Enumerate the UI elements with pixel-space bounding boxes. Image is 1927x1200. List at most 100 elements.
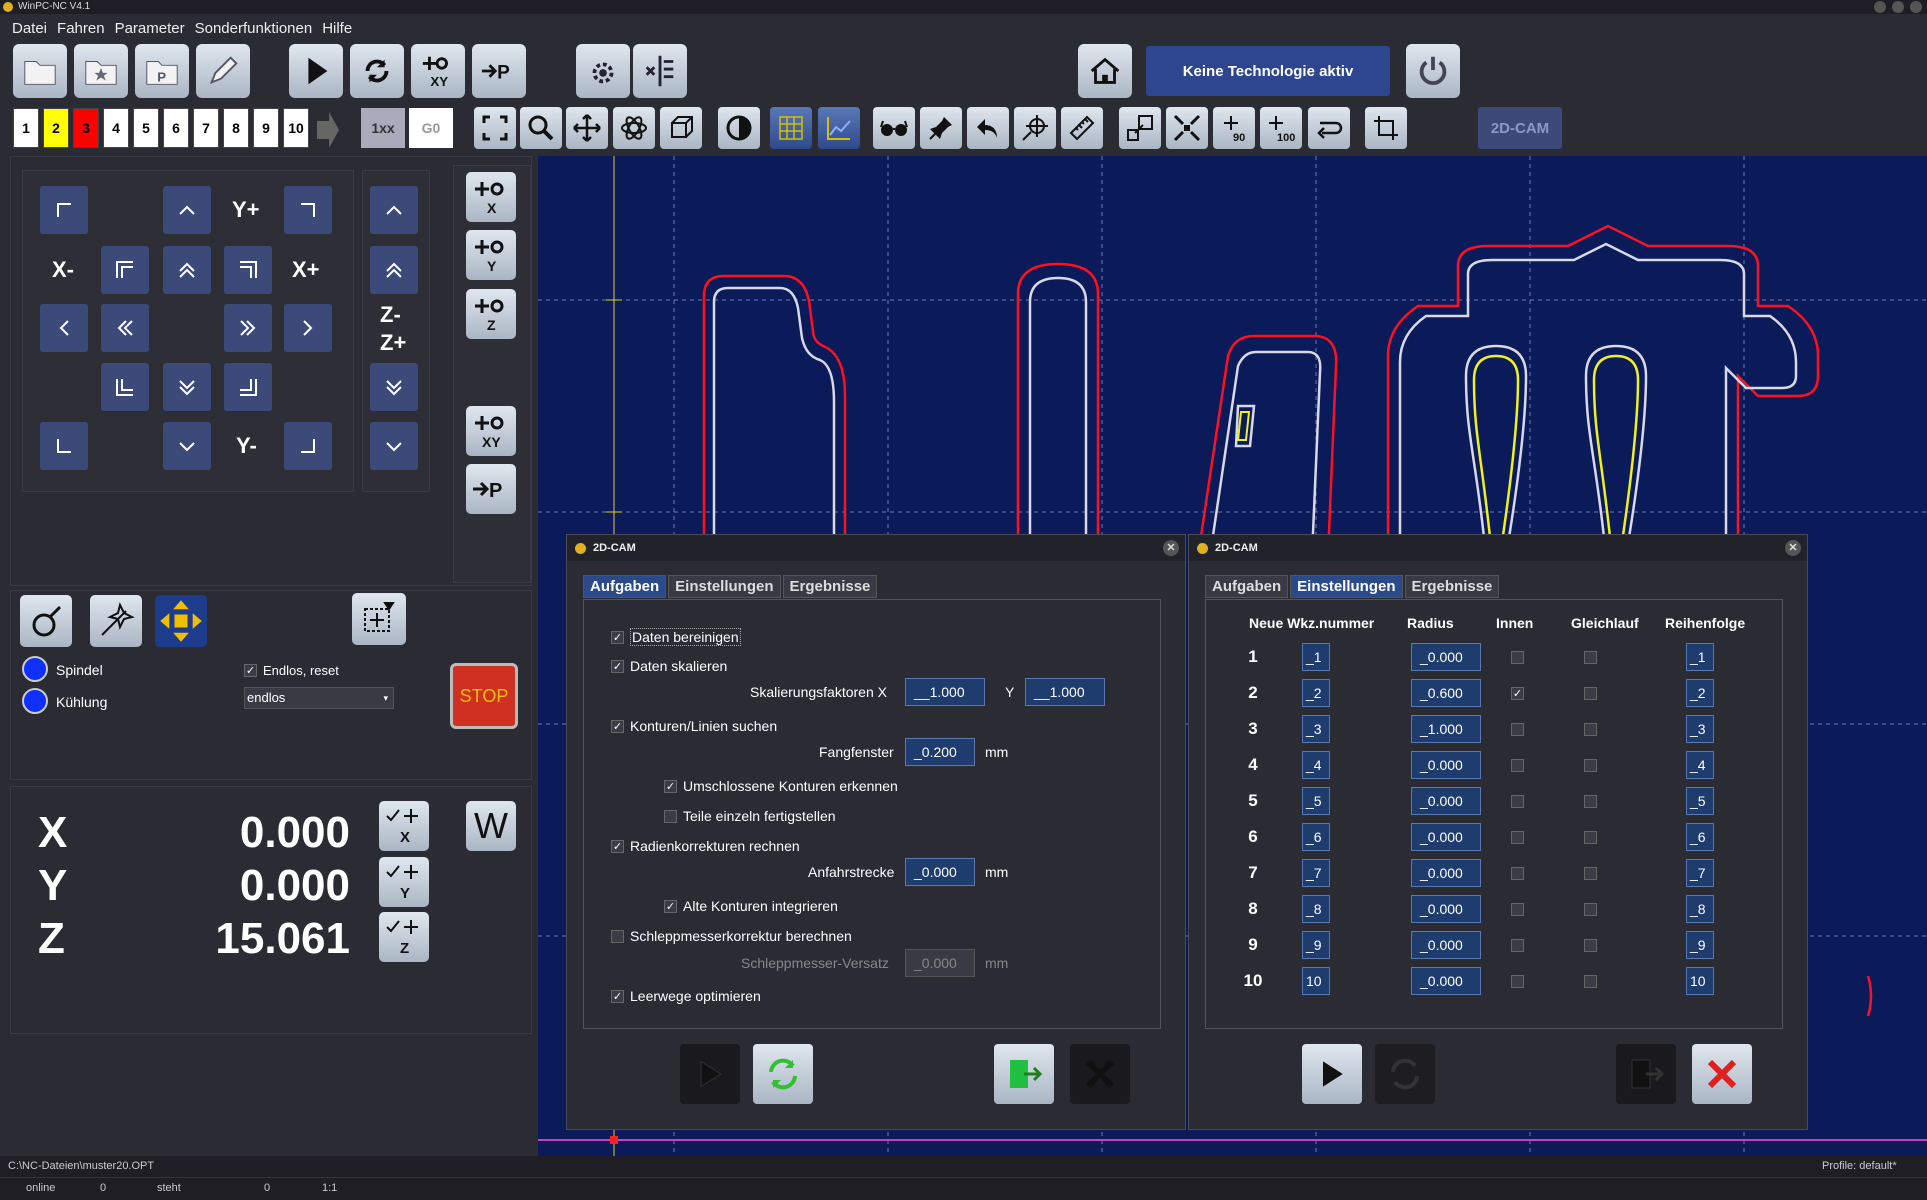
jog-zminus-button[interactable] [370, 422, 418, 470]
ref-y-button[interactable]: Y [466, 230, 516, 280]
favorites-button[interactable] [74, 44, 128, 98]
center-button[interactable] [1166, 107, 1208, 149]
reihenfolge-input[interactable]: _3 [1686, 715, 1714, 743]
tab-aufgaben[interactable]: Aufgaben [1205, 575, 1289, 598]
gleichlauf-checkbox[interactable] [1584, 867, 1597, 880]
menu-sonderfunktionen[interactable]: Sonderfunktionen [195, 18, 313, 40]
fit-view-button[interactable] [474, 107, 516, 149]
umschlossene-checkbox[interactable]: ✓ Umschlossene Konturen erkennen [664, 778, 898, 794]
g0-button[interactable]: G0 [409, 108, 453, 148]
menu-parameter[interactable]: Parameter [115, 18, 185, 40]
undo-button[interactable] [967, 107, 1009, 149]
innen-checkbox[interactable] [1511, 903, 1524, 916]
home-button[interactable] [1078, 44, 1132, 98]
jog-fast-yplus-button[interactable] [163, 246, 211, 294]
endlos-reset-checkbox[interactable]: ✓ Endlos, reset [244, 663, 339, 678]
tool-number-10-button[interactable]: 10 [283, 108, 309, 148]
pin-button[interactable] [920, 107, 962, 149]
gleichlauf-checkbox[interactable] [1584, 831, 1597, 844]
radius-input[interactable]: _0.000 [1411, 751, 1481, 779]
repeat-button[interactable] [350, 44, 404, 98]
tool-number-9-button[interactable]: 9 [253, 108, 279, 148]
jog-yplus-button[interactable] [163, 186, 211, 234]
reihenfolge-input[interactable]: _5 [1686, 787, 1714, 815]
zoom-button[interactable] [520, 107, 562, 149]
reihenfolge-input[interactable]: _8 [1686, 895, 1714, 923]
open-file-button[interactable] [13, 44, 67, 98]
tab-ergebnisse[interactable]: Ergebnisse [1404, 575, 1500, 598]
innen-checkbox[interactable] [1511, 723, 1524, 736]
jog-yminus-button[interactable] [163, 422, 211, 470]
jog-mode-button[interactable] [155, 595, 207, 647]
innen-checkbox[interactable] [1511, 651, 1524, 664]
tool-settings-button[interactable] [633, 44, 687, 98]
open-project-button[interactable]: P [135, 44, 189, 98]
start-button[interactable] [289, 44, 343, 98]
radien-checkbox[interactable]: ✓ Radienkorrekturen rechnen [611, 838, 800, 854]
innen-checkbox[interactable] [1511, 975, 1524, 988]
contrast-button[interactable] [718, 107, 760, 149]
innen-checkbox[interactable] [1511, 759, 1524, 772]
tool-number-8-button[interactable]: 8 [223, 108, 249, 148]
jog-fast-yminus-button[interactable] [163, 363, 211, 411]
jog-xminus-button[interactable] [40, 304, 88, 352]
tool-number-1-button[interactable]: 1 [13, 108, 39, 148]
laser-button[interactable] [90, 595, 142, 647]
jog-fast-xminus-yplus-button[interactable] [101, 246, 149, 294]
radius-input[interactable]: _0.000 [1411, 643, 1481, 671]
radius-input[interactable]: _0.000 [1411, 967, 1481, 995]
wkz-input[interactable]: _8 [1302, 895, 1330, 923]
dialog1-cycle-button[interactable] [753, 1044, 813, 1104]
graph-button[interactable] [818, 107, 860, 149]
tab-ergebnisse[interactable]: Ergebnisse [782, 575, 878, 598]
teach-button[interactable] [352, 593, 406, 645]
scale-x-input[interactable]: __1.000 [905, 678, 985, 706]
jog-xminus-yplus-button[interactable] [40, 186, 88, 234]
reihenfolge-input[interactable]: 10 [1686, 967, 1714, 995]
menu-datei[interactable]: Datei [12, 18, 47, 40]
preview-button[interactable] [873, 107, 915, 149]
jog-fast-zplus-button[interactable] [370, 246, 418, 294]
dialog1-run-button[interactable] [680, 1044, 740, 1104]
jog-fast-xplus-button[interactable] [224, 304, 272, 352]
fangfenster-input[interactable]: _0.200 [905, 738, 975, 766]
dialog1-exit-button[interactable] [994, 1044, 1054, 1104]
gleichlauf-checkbox[interactable] [1584, 723, 1597, 736]
radius-input[interactable]: _0.000 [1411, 895, 1481, 923]
wkz-input[interactable]: 10 [1302, 967, 1330, 995]
zero-x-button[interactable]: X [379, 801, 429, 851]
jog-fast-zminus-button[interactable] [370, 363, 418, 411]
tool-number-4-button[interactable]: 4 [103, 108, 129, 148]
wkz-input[interactable]: _6 [1302, 823, 1330, 851]
zero-z-button[interactable]: Z [379, 912, 429, 962]
settings-button[interactable] [576, 44, 630, 98]
jog-fast-xminus-yminus-button[interactable] [101, 363, 149, 411]
alte-konturen-checkbox[interactable]: ✓ Alte Konturen integrieren [664, 898, 838, 914]
scale-button[interactable] [1119, 107, 1161, 149]
move-xy-button[interactable]: XY [411, 44, 465, 98]
jog-xminus-yminus-button[interactable] [40, 422, 88, 470]
jog-zplus-button[interactable] [370, 186, 418, 234]
menu-fahren[interactable]: Fahren [57, 18, 105, 40]
tool-number-3-button[interactable]: 3 [73, 108, 99, 148]
close-icon[interactable]: ✕ [1163, 540, 1179, 556]
dialog2-cancel-button[interactable] [1692, 1044, 1752, 1104]
jog-xplus-button[interactable] [284, 304, 332, 352]
daten-skalieren-checkbox[interactable]: ✓ Daten skalieren [611, 658, 727, 674]
schlepp-checkbox[interactable]: Schleppmesserkorrektur berechnen [611, 928, 852, 944]
wkz-input[interactable]: _7 [1302, 859, 1330, 887]
tool-number-5-button[interactable]: 5 [133, 108, 159, 148]
maximize-button[interactable] [1892, 1, 1904, 13]
tool-number-7-button[interactable]: 7 [193, 108, 219, 148]
wkz-input[interactable]: _2 [1302, 679, 1330, 707]
reihenfolge-input[interactable]: _4 [1686, 751, 1714, 779]
gleichlauf-checkbox[interactable] [1584, 903, 1597, 916]
jog-xplus-yplus-button[interactable] [284, 186, 332, 234]
dialog1-cancel-button[interactable] [1070, 1044, 1130, 1104]
tab-aufgaben[interactable]: Aufgaben [583, 575, 667, 598]
close-window-button[interactable] [1910, 1, 1922, 13]
leerwege-checkbox[interactable]: ✓ Leerwege optimieren [611, 988, 761, 1004]
radius-input[interactable]: _0.000 [1411, 859, 1481, 887]
wkz-input[interactable]: _9 [1302, 931, 1330, 959]
zero-y-button[interactable]: Y [379, 857, 429, 907]
